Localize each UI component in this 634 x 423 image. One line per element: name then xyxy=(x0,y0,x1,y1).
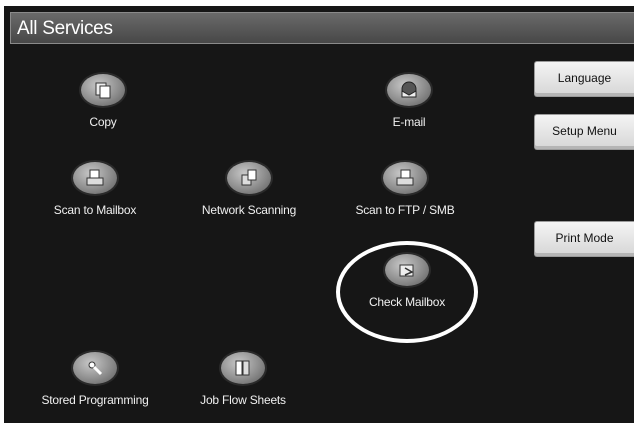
network-scanning-button[interactable]: Network Scanning xyxy=(174,162,324,217)
job-flow-sheets-icon xyxy=(221,352,265,384)
check-mailbox-icon xyxy=(385,254,429,286)
scan-to-ftp-icon xyxy=(383,162,427,194)
scan-to-mailbox-icon xyxy=(73,162,117,194)
email-label: E-mail xyxy=(392,115,426,129)
copy-label: Copy xyxy=(89,115,117,129)
email-button[interactable]: E-mail xyxy=(334,74,484,129)
setup-menu-button[interactable]: Setup Menu xyxy=(534,114,634,150)
title-bar: All Services xyxy=(10,12,634,44)
stored-programming-icon xyxy=(73,352,117,384)
scan-to-ftp-smb-label: Scan to FTP / SMB xyxy=(355,203,455,217)
check-mailbox-button[interactable]: Check Mailbox xyxy=(332,254,482,309)
language-button[interactable]: Language xyxy=(534,61,634,97)
scan-to-mailbox-button[interactable]: Scan to Mailbox xyxy=(20,162,170,217)
job-flow-sheets-label: Job Flow Sheets xyxy=(200,393,286,407)
email-icon xyxy=(387,74,431,106)
scan-to-ftp-smb-button[interactable]: Scan to FTP / SMB xyxy=(330,162,480,217)
scan-to-mailbox-label: Scan to Mailbox xyxy=(53,203,137,217)
page-title: All Services xyxy=(17,18,113,39)
print-mode-button[interactable]: Print Mode xyxy=(534,221,634,257)
check-mailbox-label: Check Mailbox xyxy=(368,295,446,309)
stored-programming-label: Stored Programming xyxy=(41,393,149,407)
job-flow-sheets-button[interactable]: Job Flow Sheets xyxy=(168,352,318,407)
network-scanning-icon xyxy=(227,162,271,194)
network-scanning-label: Network Scanning xyxy=(201,203,297,217)
copy-button[interactable]: Copy xyxy=(28,74,178,129)
stored-programming-button[interactable]: Stored Programming xyxy=(20,352,170,407)
copy-icon xyxy=(81,74,125,106)
